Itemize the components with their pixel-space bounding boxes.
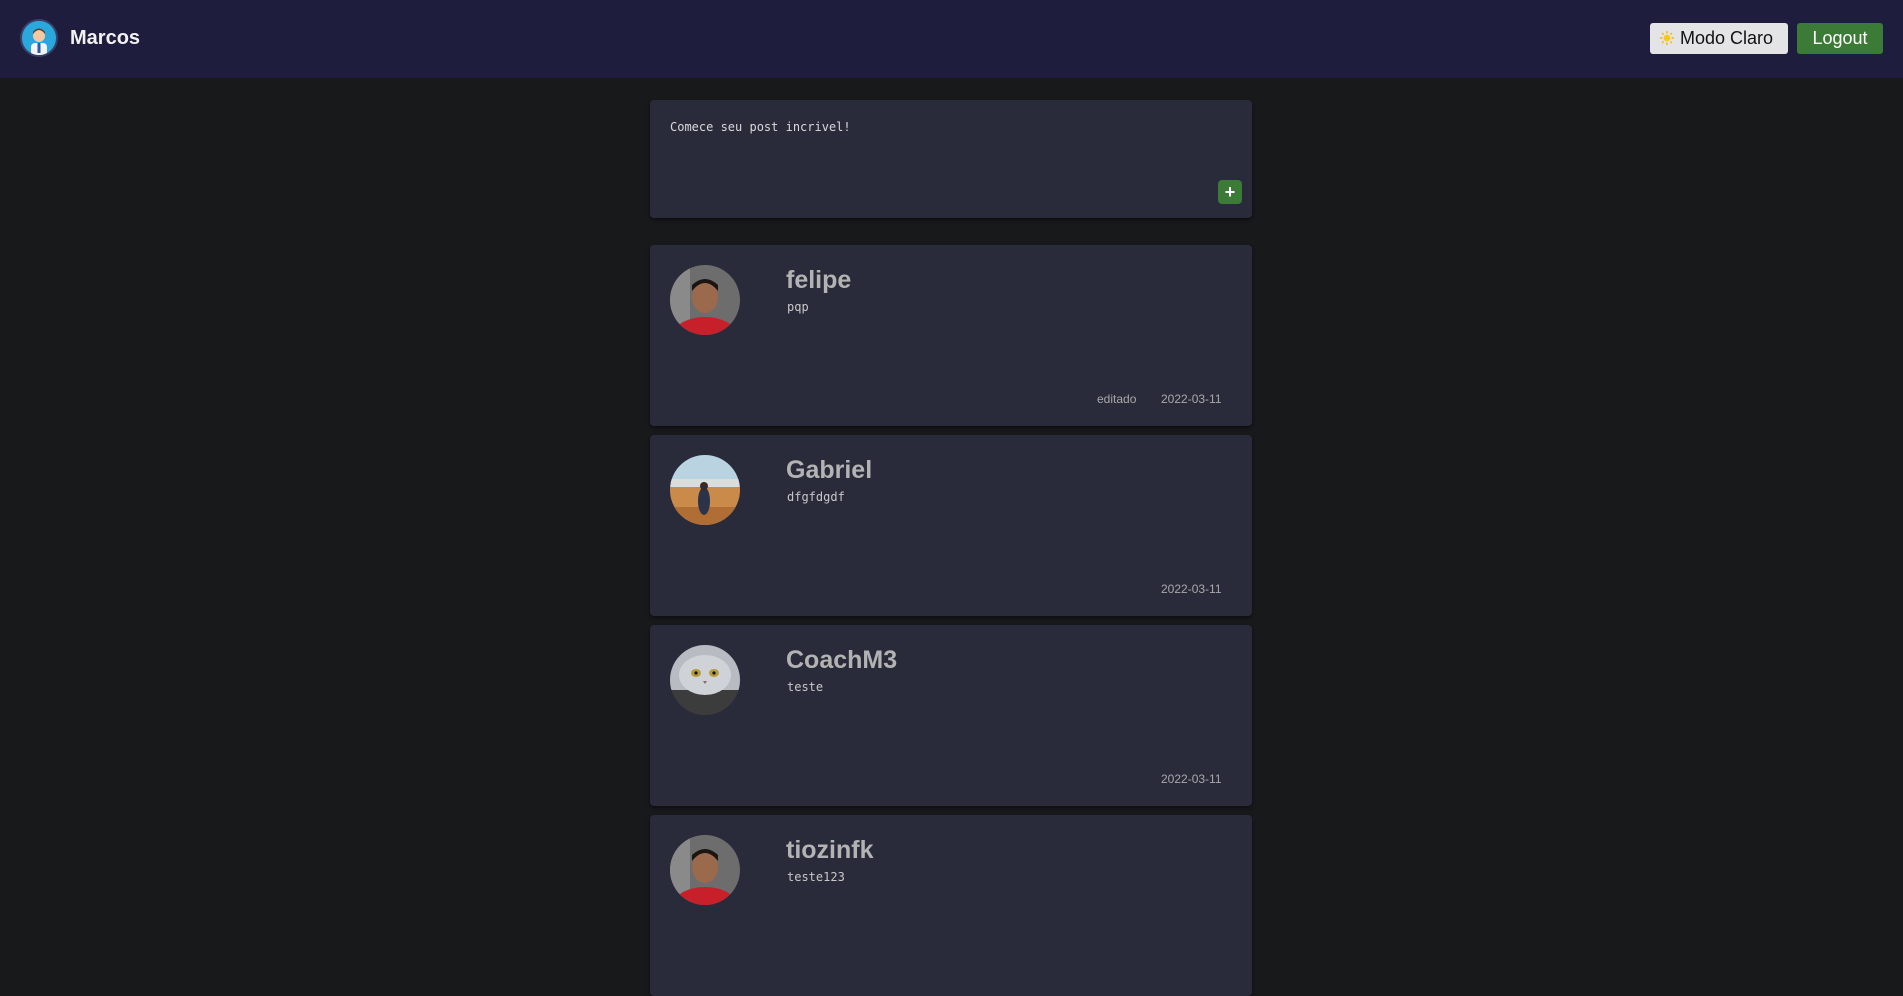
- author-avatar[interactable]: [670, 645, 740, 715]
- user-avatar[interactable]: [20, 19, 58, 57]
- post-body: pqp: [787, 300, 809, 314]
- post-edited-label: editado: [1097, 392, 1137, 406]
- author-avatar[interactable]: [670, 835, 740, 905]
- post-author: tiozinfk: [786, 836, 874, 864]
- post-body: teste: [787, 680, 824, 694]
- author-avatar[interactable]: [670, 265, 740, 335]
- post-body: dfgfdgdf: [787, 490, 845, 504]
- add-post-button[interactable]: +: [1218, 180, 1242, 204]
- theme-toggle-label: Modo Claro: [1680, 28, 1774, 48]
- sun-icon: [1660, 24, 1674, 45]
- top-navbar: Marcos Modo Claro Logout: [0, 0, 1903, 78]
- post-card: CoachM3 teste 2022-03-11: [650, 625, 1252, 806]
- new-post-composer: +: [650, 100, 1252, 218]
- post-input[interactable]: [670, 120, 1230, 180]
- logout-button[interactable]: Logout: [1797, 23, 1883, 54]
- theme-toggle-button[interactable]: Modo Claro: [1650, 23, 1788, 54]
- post-author: felipe: [786, 266, 852, 294]
- post-date: 2022-03-11: [1161, 582, 1222, 596]
- post-card: felipe pqp editado 2022-03-11: [650, 245, 1252, 426]
- author-avatar[interactable]: [670, 455, 740, 525]
- post-author: CoachM3: [786, 646, 898, 674]
- post-date: 2022-03-11: [1161, 392, 1222, 406]
- post-body: teste123: [787, 870, 845, 884]
- post-author: Gabriel: [786, 456, 873, 484]
- post-card: tiozinfk teste123: [650, 815, 1252, 996]
- user-name: Marcos: [70, 27, 141, 49]
- post-card: Gabriel dfgfdgdf 2022-03-11: [650, 435, 1252, 616]
- post-date: 2022-03-11: [1161, 772, 1222, 786]
